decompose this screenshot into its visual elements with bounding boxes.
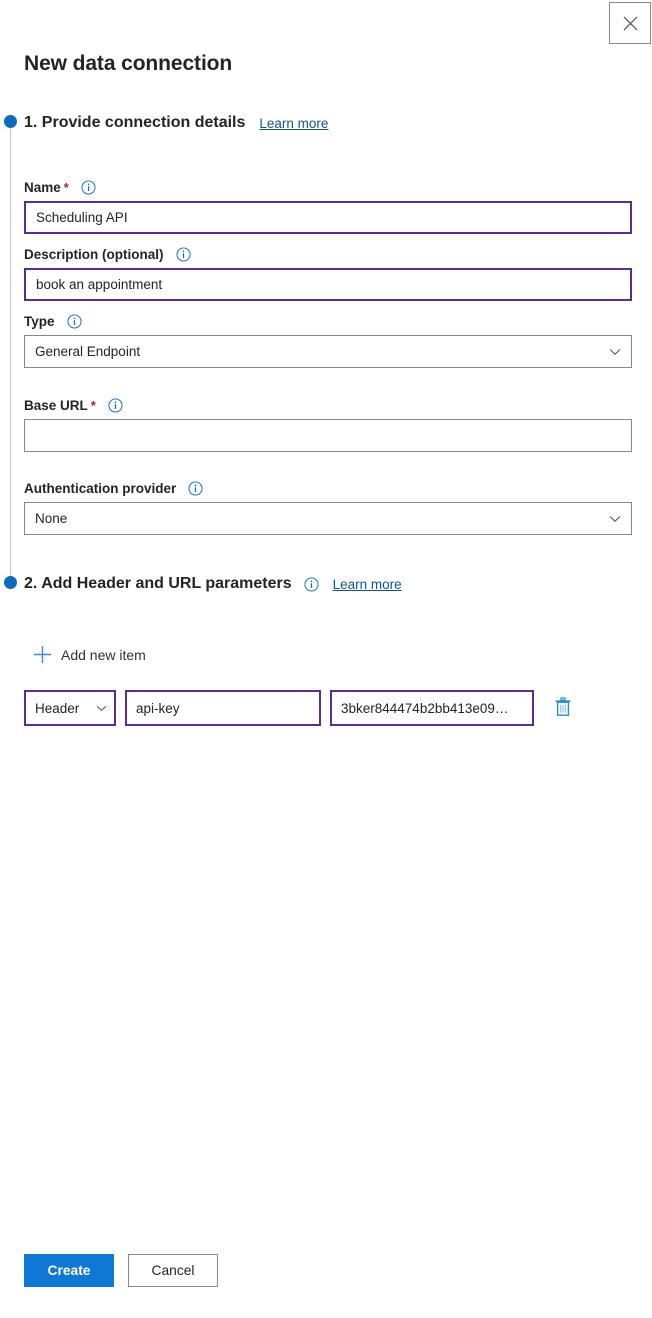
field-description: Description (optional) (24, 247, 632, 301)
close-icon (623, 16, 638, 31)
field-type-label-row: Type (24, 314, 632, 329)
type-select-wrap: General Endpoint (24, 335, 632, 368)
info-icon[interactable] (108, 398, 123, 413)
field-base-url-label: Base URL (24, 398, 88, 413)
field-name-required-marker: * (63, 180, 69, 195)
parameter-key-input[interactable] (125, 690, 321, 726)
field-base-url: Base URL * (24, 398, 632, 452)
step-2-header: 2. Add Header and URL parameters Learn m… (24, 575, 402, 593)
field-description-label-row: Description (optional) (24, 247, 632, 262)
info-icon[interactable] (188, 481, 203, 496)
type-select[interactable]: General Endpoint (24, 335, 632, 368)
new-data-connection-panel: New data connection 1. Provide connectio… (0, 0, 652, 1318)
field-type: Type General Endpoint (24, 314, 632, 368)
add-new-item-button[interactable]: Add new item (33, 645, 146, 664)
plus-icon (33, 645, 52, 664)
field-description-label: Description (optional) (24, 247, 164, 262)
field-name-label: Name (24, 180, 61, 195)
chevron-down-icon (96, 692, 107, 724)
delete-parameter-button[interactable] (552, 696, 574, 720)
field-auth-provider: Authentication provider None (24, 481, 632, 535)
step-indicator-dot-2 (4, 576, 17, 589)
parameter-row: Header (24, 690, 574, 726)
field-name: Name * (24, 180, 632, 234)
field-type-label: Type (24, 314, 55, 329)
step-2-learn-more-link[interactable]: Learn more (333, 577, 402, 592)
create-button[interactable]: Create (24, 1254, 114, 1287)
close-button[interactable] (609, 2, 651, 44)
parameter-value-input[interactable] (330, 690, 534, 726)
field-base-url-label-row: Base URL * (24, 398, 632, 413)
add-new-item-label: Add new item (61, 646, 146, 663)
parameter-type-select[interactable]: Header (24, 690, 116, 726)
base-url-input[interactable] (24, 419, 632, 452)
field-auth-provider-label-row: Authentication provider (24, 481, 632, 496)
page-title: New data connection (24, 52, 233, 75)
name-input[interactable] (24, 201, 632, 234)
footer-actions: Create Cancel (24, 1254, 218, 1287)
step-1-title: 1. Provide connection details (24, 114, 246, 131)
step-1-header: 1. Provide connection details Learn more (24, 114, 328, 132)
field-name-label-row: Name * (24, 180, 632, 195)
cancel-button[interactable]: Cancel (128, 1254, 218, 1287)
field-base-url-required-marker: * (90, 398, 96, 413)
description-input[interactable] (24, 268, 632, 301)
info-icon[interactable] (175, 247, 191, 262)
stepper-rail (10, 128, 11, 588)
auth-provider-select-wrap: None (24, 502, 632, 535)
info-icon[interactable] (66, 314, 82, 329)
auth-provider-select[interactable]: None (24, 502, 632, 535)
info-icon[interactable] (304, 576, 319, 592)
info-icon[interactable] (81, 180, 96, 195)
step-2-title: 2. Add Header and URL parameters (24, 575, 292, 592)
step-indicator-dot-1 (4, 115, 17, 128)
step-1-learn-more-link[interactable]: Learn more (259, 116, 328, 131)
field-auth-provider-label: Authentication provider (24, 481, 177, 496)
trash-icon (554, 696, 572, 720)
